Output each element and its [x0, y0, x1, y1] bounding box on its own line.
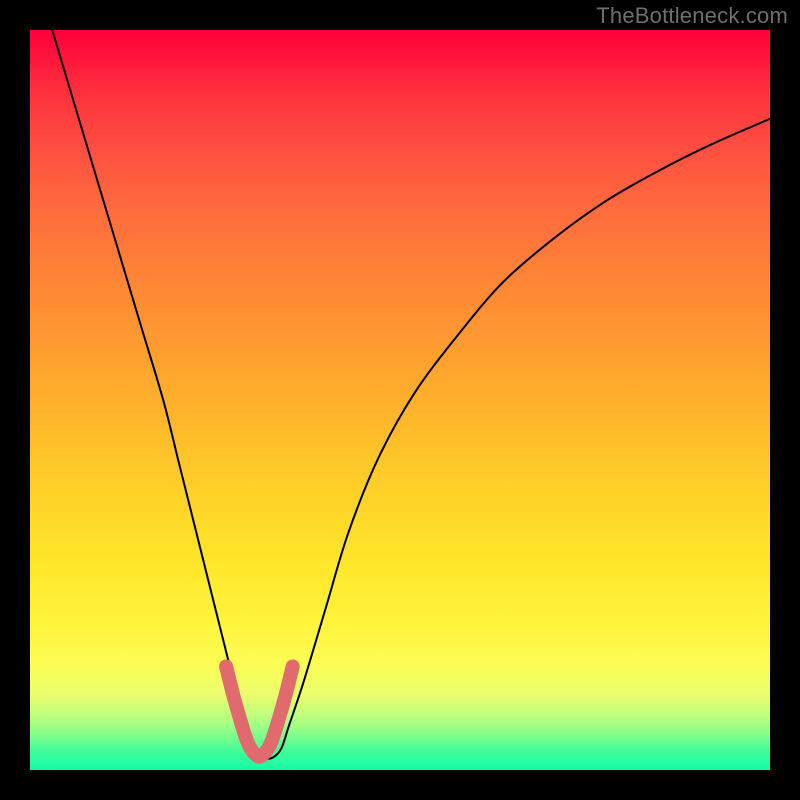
curve-layer [30, 30, 770, 770]
plot-area [30, 30, 770, 770]
watermark-text: TheBottleneck.com [596, 3, 788, 29]
chart-stage: TheBottleneck.com [0, 0, 800, 800]
bottleneck-curve [52, 30, 770, 759]
